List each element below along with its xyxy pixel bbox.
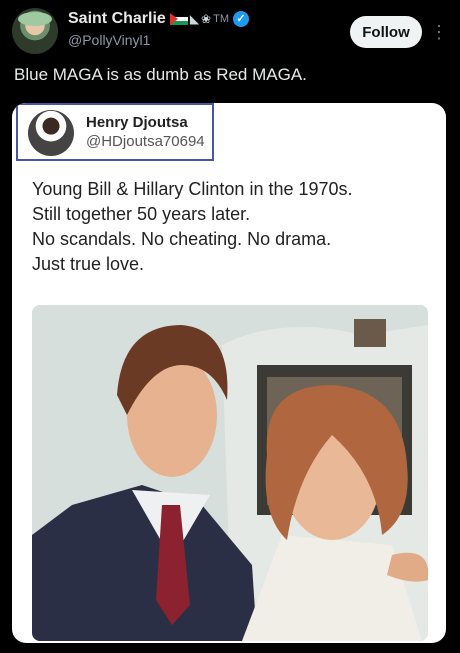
bee-icon: ❀ bbox=[201, 12, 212, 26]
author-name[interactable]: Saint Charlie bbox=[68, 10, 166, 28]
name-emoji-strip: ◣ ❀ TM bbox=[169, 12, 229, 26]
quoted-author-avatar bbox=[28, 110, 74, 156]
quoted-line: No scandals. No cheating. No drama. bbox=[32, 229, 332, 249]
quoted-author-handle: @HDjoutsa70694 bbox=[86, 133, 205, 150]
quoted-image-card[interactable]: Henry Djoutsa @HDjoutsa70694 Young Bill … bbox=[12, 103, 446, 643]
quoted-author-box: Henry Djoutsa @HDjoutsa70694 bbox=[16, 103, 214, 161]
tm-badge: TM bbox=[213, 13, 229, 25]
quoted-line: Still together 50 years later. bbox=[32, 204, 251, 224]
follow-button[interactable]: Follow bbox=[350, 16, 422, 48]
quoted-line: Just true love. bbox=[32, 254, 145, 274]
quoted-line: Young Bill & Hillary Clinton in the 1970… bbox=[32, 179, 353, 199]
author-avatar[interactable] bbox=[12, 8, 58, 54]
couple-photo-illustration bbox=[32, 305, 428, 641]
post-text: Blue MAGA is as dumb as Red MAGA. bbox=[14, 65, 307, 84]
couple-photo bbox=[32, 305, 428, 641]
shark-icon: ◣ bbox=[189, 12, 200, 26]
verified-icon: ✓ bbox=[233, 11, 249, 27]
quoted-author-name: Henry Djoutsa bbox=[86, 114, 188, 131]
palestine-flag-icon bbox=[169, 13, 188, 25]
more-vertical-icon[interactable]: ⋮ bbox=[430, 18, 448, 46]
author-name-row: Saint Charlie ◣ ❀ TM ✓ bbox=[68, 10, 249, 28]
author-handle[interactable]: @PollyVinyl1 bbox=[68, 32, 150, 48]
quoted-text: Young Bill & Hillary Clinton in the 1970… bbox=[32, 177, 432, 277]
